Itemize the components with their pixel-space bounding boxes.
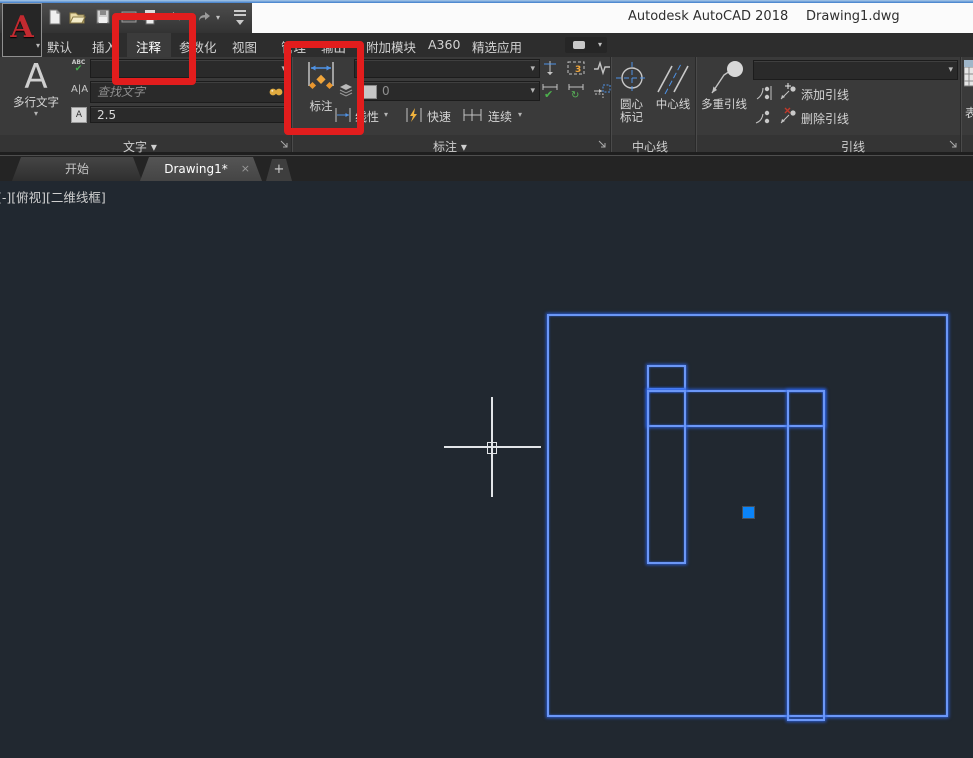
window-top-accent [0, 0, 973, 3]
viewport-controls[interactable]: [-][俯视][二维线框] [0, 187, 106, 206]
crosshair-pickbox [487, 442, 497, 454]
new-file-icon[interactable] [46, 8, 64, 26]
table-icon[interactable] [964, 60, 973, 94]
tab-a360[interactable]: A360 [428, 37, 460, 52]
add-leader-label[interactable]: 添加引线 [801, 86, 849, 103]
leader-panel-label[interactable]: 引线 [841, 138, 865, 155]
dim-style-dropdown[interactable]: ▾ [354, 59, 540, 78]
save-icon[interactable] [94, 8, 112, 26]
center-mark-label: 圆心标记 [620, 97, 643, 124]
chevron-down-icon: ▾ [948, 65, 953, 75]
redo-dropdown-icon[interactable]: ▾ [216, 13, 220, 22]
continue-dim-label[interactable]: 连续 [488, 108, 512, 125]
drawing-rectangle[interactable] [647, 390, 686, 564]
mtext-button[interactable]: A 多行文字 ▾ [6, 58, 66, 134]
annotation-highlight-box [112, 13, 196, 85]
layer-color-swatch [363, 85, 377, 99]
add-leader-icon[interactable] [778, 83, 798, 101]
dim-reassociate-icon[interactable] [592, 82, 612, 100]
chevron-down-icon: ▾ [530, 86, 535, 96]
text-height-value: 2.5 [97, 108, 117, 122]
text-dialog-launcher-icon[interactable] [279, 139, 290, 150]
drawing-rectangle[interactable] [647, 365, 686, 390]
dim-baseline-icon[interactable]: 3 [566, 59, 586, 77]
centerline-label: 中心线 [655, 97, 691, 111]
chevron-down-icon: ▾ [597, 40, 602, 49]
dimension-panel-label[interactable]: 标注 ▾ [433, 138, 467, 155]
drawing-canvas[interactable]: [-][俯视][二维线框] [0, 181, 973, 758]
spell-check-icon[interactable]: ABC ✔ [70, 59, 87, 77]
mtext-label: 多行文字 [13, 95, 59, 109]
multileader-label: 多重引线 [701, 97, 747, 111]
chevron-down-icon[interactable]: ▾ [384, 110, 388, 119]
panel-separator [960, 57, 962, 152]
close-icon[interactable]: × [241, 157, 250, 181]
mtext-icon: A [24, 57, 48, 97]
drawing-rectangle[interactable] [787, 390, 825, 721]
grip-point[interactable] [742, 506, 755, 519]
chevron-down-icon: ▾ [530, 63, 535, 74]
dim-update-icon[interactable]: ↻ [566, 82, 586, 100]
continue-dim-icon[interactable] [462, 107, 484, 123]
file-tab-start-label: 开始 [64, 162, 89, 176]
find-text-icon[interactable] [268, 85, 284, 99]
text-height-icon: A [71, 107, 87, 123]
mleader-style-dropdown[interactable]: ▾ [753, 60, 958, 80]
chevron-down-icon: ▾ [33, 109, 38, 118]
chevron-down-icon[interactable]: ▾ [518, 110, 522, 119]
svg-text:↻: ↻ [571, 90, 579, 100]
centerline-button[interactable]: 中心线 [651, 58, 695, 134]
ribbon-collapse-button[interactable]: ▾ [565, 37, 607, 53]
chevron-down-icon: ▾ [35, 41, 40, 50]
tab-view[interactable]: 视图 [232, 37, 257, 56]
text-height-field[interactable]: 2.5 [90, 106, 289, 123]
tab-default[interactable]: 默认 [47, 37, 72, 56]
centerline-icon [657, 63, 689, 95]
quick-dim-label[interactable]: 快速 [427, 108, 451, 125]
table-panel-stub-label: 表 [965, 106, 973, 120]
center-mark-button[interactable]: 圆心标记 [613, 58, 650, 134]
text-panel-label[interactable]: 文字 ▾ [123, 138, 157, 155]
file-tab-start[interactable]: 开始 [12, 157, 142, 181]
application-menu-button[interactable]: A ▾ [2, 3, 42, 57]
document-title: Drawing1.dwg [806, 9, 900, 24]
text-style-icon[interactable]: A|A [71, 84, 88, 95]
align-leaders-icon[interactable] [753, 84, 773, 102]
remove-leader-label[interactable]: 删除引线 [801, 110, 849, 127]
remove-leader-icon[interactable] [778, 107, 798, 125]
dim-jogline-icon[interactable] [592, 59, 612, 77]
leader-dialog-launcher-icon[interactable] [948, 139, 959, 150]
multileader-icon [711, 61, 743, 94]
file-tab-drawing1-label: Drawing1* [164, 162, 228, 176]
customize-qat-icon[interactable] [231, 7, 249, 25]
annotation-highlight-box [284, 41, 364, 135]
dim-break-icon[interactable] [540, 59, 560, 77]
centerline-panel-label[interactable]: 中心线 [632, 138, 668, 155]
svg-text:3: 3 [575, 65, 581, 75]
quick-dim-icon[interactable] [404, 107, 424, 123]
app-title: Autodesk AutoCAD 2018 [628, 9, 789, 24]
multileader-button[interactable]: 多重引线 [699, 58, 749, 134]
center-mark-icon [615, 62, 648, 94]
dim-inspect-icon[interactable]: ✔ [540, 82, 560, 100]
redo-icon[interactable] [196, 8, 214, 26]
autocad-window: Autodesk AutoCAD 2018 Drawing1.dwg A ▾ ▾… [0, 0, 973, 758]
layer-value: 0 [382, 84, 390, 98]
dim-layer-dropdown[interactable]: 0 ▾ [358, 81, 540, 101]
tab-addins[interactable]: 附加模块 [366, 37, 416, 56]
panel-separator [695, 57, 697, 152]
open-folder-icon[interactable] [68, 8, 86, 26]
file-tab-drawing1[interactable]: Drawing1* × [140, 157, 262, 181]
dimension-dialog-launcher-icon[interactable] [597, 139, 608, 150]
collect-leaders-icon[interactable] [753, 108, 773, 126]
ribbon-panel-icon [573, 41, 585, 49]
tab-featured-apps[interactable]: 精选应用 [472, 37, 522, 56]
svg-text:✔: ✔ [544, 88, 553, 100]
